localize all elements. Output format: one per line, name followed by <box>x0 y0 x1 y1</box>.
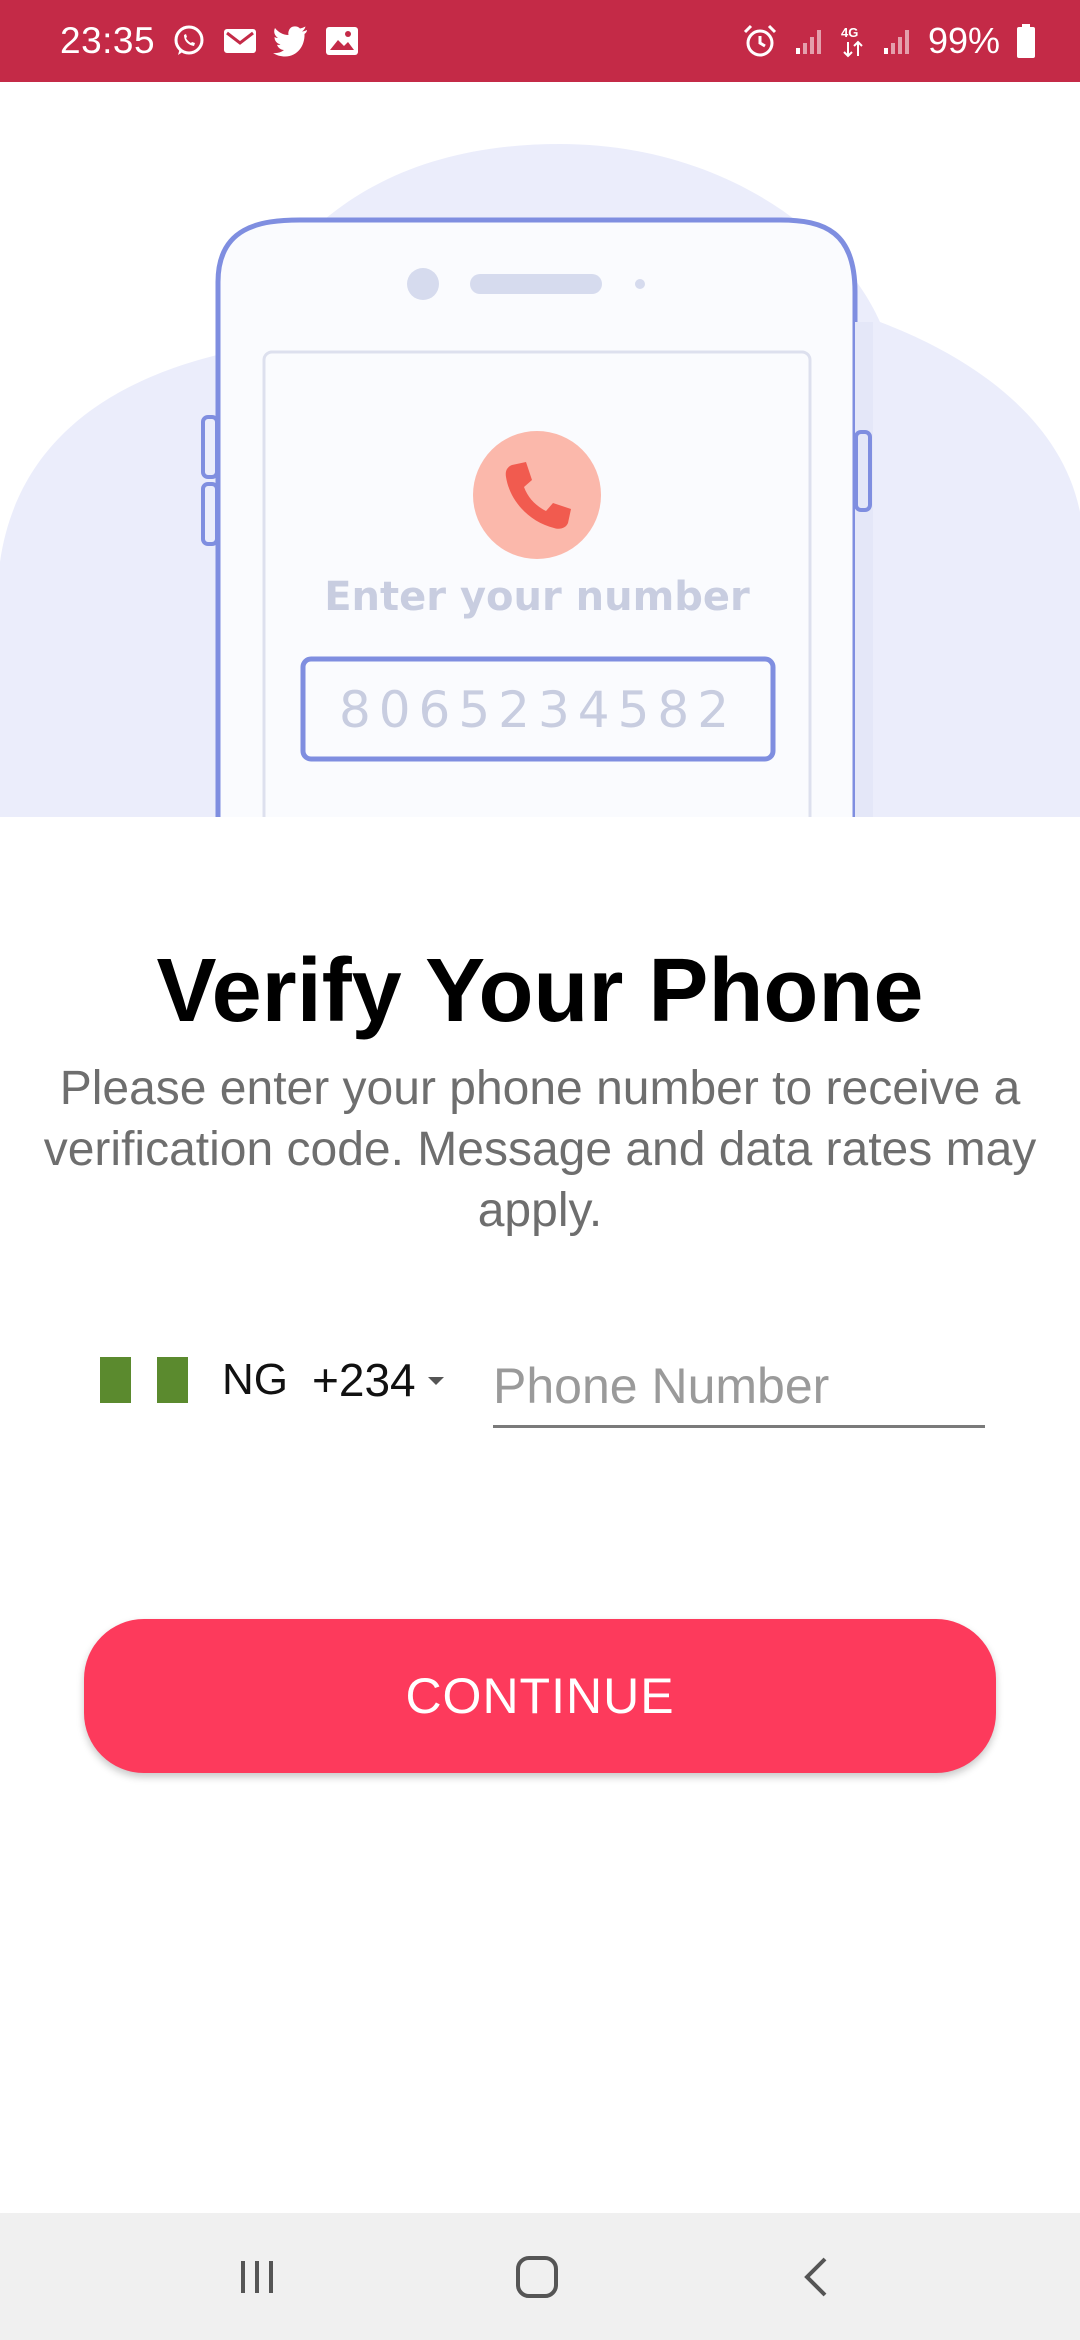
navigation-bar <box>0 2213 1080 2340</box>
country-code-picker[interactable]: NG +234 <box>100 1340 444 1420</box>
twitter-icon <box>273 25 309 57</box>
phone-illustration: Enter your number 8065234582 <box>0 82 1080 817</box>
status-time: 23:35 <box>60 20 156 61</box>
gallery-icon <box>325 25 359 57</box>
dial-code: +234 <box>312 1354 416 1406</box>
phone-number-input[interactable] <box>493 1346 985 1428</box>
gmail-icon <box>223 26 257 56</box>
recent-apps-button[interactable] <box>187 2213 327 2340</box>
alarm-icon <box>742 23 778 59</box>
whatsapp-icon <box>171 23 207 59</box>
nigeria-flag-icon <box>100 1357 188 1403</box>
camera-dot <box>407 268 439 300</box>
svg-text:4G: 4G <box>841 25 858 40</box>
flag-stripe-right <box>157 1357 188 1403</box>
back-icon <box>804 2257 827 2296</box>
phone-input-row: NG +234 <box>0 1340 1080 1440</box>
4g-icon: 4G <box>840 24 866 58</box>
speaker-slot <box>470 274 602 294</box>
call-bubble <box>473 431 601 559</box>
status-left: 23:35 <box>60 20 359 62</box>
country-iso: NG <box>222 1355 288 1404</box>
battery-icon <box>1016 23 1036 59</box>
caret-down-icon <box>427 1377 444 1385</box>
continue-button[interactable]: CONTINUE <box>84 1619 996 1773</box>
status-right: 4G 99% <box>742 20 1036 62</box>
signal-icon <box>882 26 912 56</box>
recent-apps-icon <box>241 2260 273 2293</box>
illustration-number: 8065234582 <box>339 681 737 739</box>
verify-phone-screen: 23:35 4G 99% Enter your number 806523458… <box>0 0 1080 2340</box>
back-button[interactable] <box>747 2213 887 2340</box>
home-icon <box>516 2255 558 2298</box>
home-button[interactable] <box>467 2213 607 2340</box>
status-bar: 23:35 4G 99% <box>0 0 1080 82</box>
page-title: Verify Your Phone <box>156 941 924 1041</box>
signal-icon <box>794 26 824 56</box>
illustration-prompt: Enter your number <box>324 574 750 620</box>
flag-stripe-left <box>100 1357 131 1403</box>
battery-percent: 99% <box>927 20 1000 61</box>
page-description: Please enter your phone number to receiv… <box>43 1062 1037 1237</box>
